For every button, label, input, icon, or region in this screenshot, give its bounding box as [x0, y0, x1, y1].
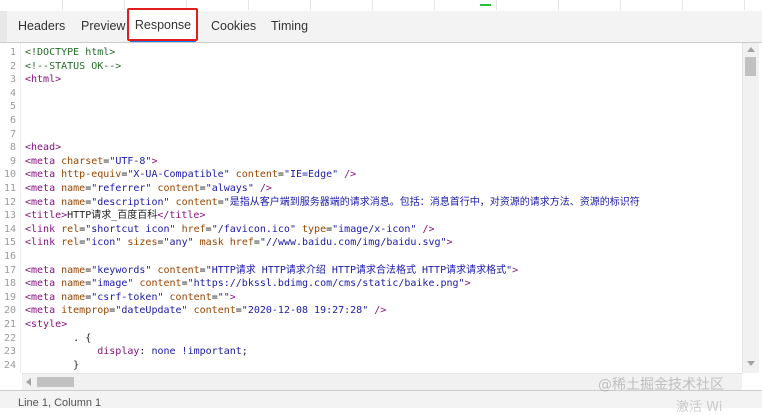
tab-cookies[interactable]: Cookies [211, 11, 256, 42]
cursor-position: Line 1, Column 1 [18, 397, 102, 409]
code-line: 15 <link rel="icon" sizes="any" mask href… [0, 236, 742, 250]
code-line: 13 <title>HTTP请求_百度百科</title> [0, 209, 742, 223]
line-number: 12 [3, 196, 16, 208]
line-text: <!--STATUS OK--> [25, 60, 122, 72]
code-line: 4 [0, 87, 742, 101]
top-strip-cell [620, 0, 683, 10]
horizontal-scroll-thumb[interactable] [37, 377, 74, 387]
line-number: 16 [3, 251, 16, 262]
code-line: 10 <meta http-equiv="X-UA-Compatible" con… [0, 168, 742, 182]
line-number: 6 [9, 115, 16, 126]
line-text: <meta name="description" content="是指从客户端… [25, 196, 640, 208]
vertical-scroll-thumb[interactable] [745, 57, 756, 76]
tab-bar: Headers Preview Response Cookies Timing [0, 11, 762, 43]
response-code-view[interactable]: 1 <!DOCTYPE html> 2 <!--STATUS OK--> 3 <html>… [0, 43, 742, 373]
line-text: <meta name="keywords" content="HTTP请求 HT… [25, 264, 519, 276]
line-number: 20 [3, 305, 16, 317]
line-text: <meta name="referrer" content="always" /… [25, 183, 272, 194]
line-text: <meta name="csrf-token" content=""> [25, 291, 236, 303]
tab-preview[interactable]: Preview [81, 11, 125, 42]
line-text: <title>HTTP请求_百度百科</title> [25, 210, 206, 222]
line-number: 23 [3, 346, 16, 358]
tab-response[interactable]: Response [130, 11, 196, 42]
line-number: 7 [9, 128, 16, 140]
line-text: <meta name="image" content="https://bkss… [25, 278, 471, 290]
watermark: @稀土掘金技术社区 [598, 377, 724, 393]
code-line: 12 <meta name="description" content="是指从客… [0, 196, 742, 210]
line-number: 21 [3, 319, 16, 330]
top-strip-cell [62, 0, 125, 10]
top-strip-cell [124, 0, 187, 10]
line-text: <meta itemprop="dateUpdate" content="202… [25, 305, 387, 317]
line-text: <meta http-equiv="X-UA-Compatible" conte… [25, 169, 357, 181]
line-number: 13 [3, 210, 16, 222]
code-line: 17 <meta name="keywords" content="HTTP请求 … [0, 264, 742, 278]
code-line: 5 [0, 100, 742, 114]
code-line: 14 <link rel="shortcut icon" href="/favic… [0, 223, 742, 237]
line-text: <style> [25, 319, 68, 330]
code-line: 6 [0, 114, 742, 128]
line-number: 22 [3, 332, 16, 344]
code-line: 24 } [0, 359, 742, 373]
line-number: 9 [9, 155, 16, 167]
line-number: 4 [9, 87, 16, 99]
line-number: 11 [3, 183, 16, 194]
top-strip-cell [186, 0, 249, 10]
line-number: 25 [0, 372, 16, 373]
line-text: <link rel="shortcut icon" href="/favicon… [25, 223, 435, 235]
line-number: 8 [9, 142, 16, 154]
close-icon[interactable] [0, 11, 7, 42]
line-text: <meta charset="UTF-8"> [25, 155, 158, 167]
line-text: display: none !important; [97, 346, 248, 358]
code-line: 11 <meta name="referrer" content="always"… [0, 182, 742, 196]
top-strip-cell [0, 0, 63, 10]
vertical-scrollbar[interactable] [742, 43, 759, 373]
line-number: 5 [9, 101, 16, 113]
code-line: 1 <!DOCTYPE html> [0, 46, 742, 60]
code-line: 16 [0, 250, 742, 264]
line-text: <!DOCTYPE html> [25, 47, 116, 58]
line-text: <head> [25, 142, 62, 154]
scroll-left-icon[interactable] [26, 378, 31, 386]
line-number: 19 [3, 291, 16, 303]
code-line: 8 <head> [0, 141, 742, 155]
code-line: 2 <!--STATUS OK--> [0, 60, 742, 74]
code-line: 23 display: none !important; [0, 345, 742, 359]
line-text: <link rel="icon" sizes="any" mask href="… [25, 237, 453, 249]
line-number: 24 [3, 359, 16, 371]
activation-watermark: 激活 Wi [676, 400, 723, 415]
code-line: 18 <meta name="image" content="https://bk… [0, 277, 742, 291]
top-strip-cell [558, 0, 621, 10]
code-line: 7 [0, 128, 742, 142]
line-number: 10 [3, 169, 16, 181]
line-number: 18 [3, 278, 16, 290]
scroll-down-icon[interactable] [747, 361, 755, 366]
scroll-up-icon[interactable] [747, 47, 755, 52]
top-strip-cell [248, 0, 311, 10]
line-number: 14 [3, 223, 16, 235]
line-number: 15 [3, 237, 16, 249]
top-strip-cell [496, 0, 559, 10]
timeline-mark [480, 4, 491, 6]
top-strip-cell [372, 0, 435, 10]
line-text: . { [25, 332, 92, 344]
line-text: <html> [25, 74, 62, 86]
code-line: 22 . { [0, 332, 742, 346]
code-line: 20 <meta itemprop="dateUpdate" content="2… [0, 304, 742, 318]
code-line: 9 <meta charset="UTF-8"> [0, 155, 742, 169]
code-line: 19 <meta name="csrf-token" content=""> [0, 291, 742, 305]
code-line: 3 <html> [0, 73, 742, 87]
line-number: 3 [9, 74, 16, 86]
top-strip-cell [682, 0, 745, 10]
code-line: 21 <style> [0, 318, 742, 332]
tab-headers[interactable]: Headers [18, 11, 65, 42]
line-number: 2 [9, 60, 16, 72]
line-number: 17 [3, 264, 16, 276]
line-number: 1 [9, 47, 16, 58]
top-strip-cell [310, 0, 373, 10]
line-text: } [25, 359, 80, 371]
tab-timing[interactable]: Timing [271, 11, 308, 42]
